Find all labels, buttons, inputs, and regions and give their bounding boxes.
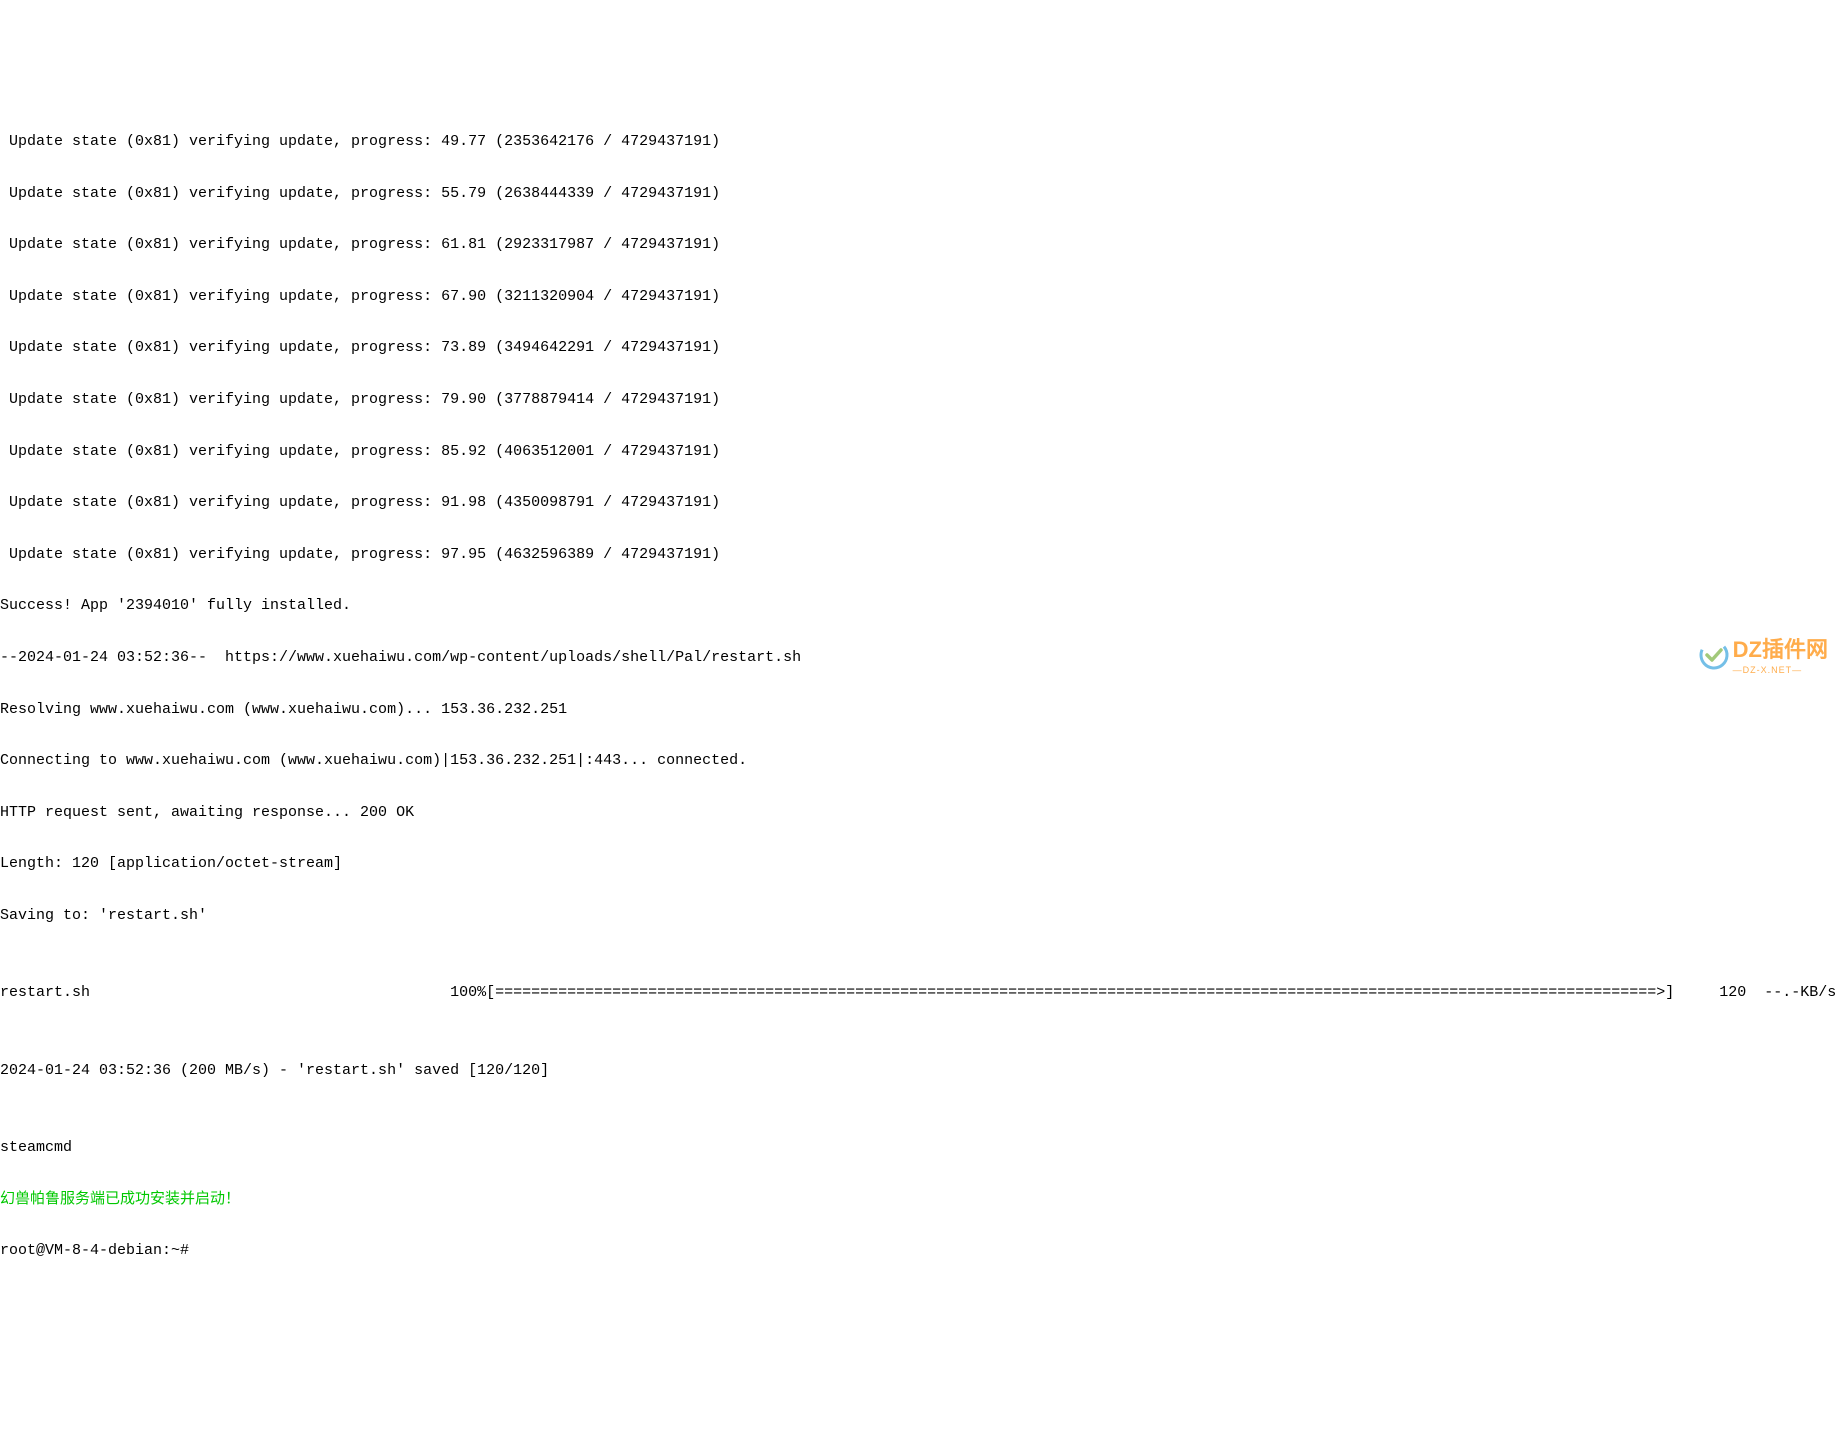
terminal-output[interactable]: Update state (0x81) verifying update, pr… bbox=[0, 103, 1838, 1290]
watermark-subtext: —DZ-X.NET— bbox=[1733, 658, 1803, 684]
watermark-logo-icon bbox=[1663, 615, 1729, 706]
success-message-cn: 幻兽帕鲁服务端已成功安装并启动！ bbox=[0, 1187, 1838, 1213]
update-line: Update state (0x81) verifying update, pr… bbox=[0, 490, 1838, 516]
wget-saved: 2024-01-24 03:52:36 (200 MB/s) - 'restar… bbox=[0, 1058, 1838, 1084]
update-line: Update state (0x81) verifying update, pr… bbox=[0, 129, 1838, 155]
install-success: Success! App '2394010' fully installed. bbox=[0, 593, 1838, 619]
update-line: Update state (0x81) verifying update, pr… bbox=[0, 232, 1838, 258]
shell-prompt[interactable]: root@VM-8-4-debian:~# bbox=[0, 1238, 1838, 1264]
update-line: Update state (0x81) verifying update, pr… bbox=[0, 439, 1838, 465]
wget-length: Length: 120 [application/octet-stream] bbox=[0, 851, 1838, 877]
wget-saving-to: Saving to: 'restart.sh' bbox=[0, 903, 1838, 929]
update-line: Update state (0x81) verifying update, pr… bbox=[0, 181, 1838, 207]
wget-http-sent: HTTP request sent, awaiting response... … bbox=[0, 800, 1838, 826]
wget-connecting: Connecting to www.xuehaiwu.com (www.xueh… bbox=[0, 748, 1838, 774]
wget-progress: restart.sh 100%[========================… bbox=[0, 980, 1838, 1006]
wget-resolving: Resolving www.xuehaiwu.com (www.xuehaiwu… bbox=[0, 697, 1838, 723]
wget-start: --2024-01-24 03:52:36-- https://www.xueh… bbox=[0, 645, 1838, 671]
update-line: Update state (0x81) verifying update, pr… bbox=[0, 542, 1838, 568]
watermark: DZ插件网 —DZ-X.NET— bbox=[1663, 615, 1828, 706]
update-line: Update state (0x81) verifying update, pr… bbox=[0, 335, 1838, 361]
steamcmd-line: steamcmd bbox=[0, 1135, 1838, 1161]
update-line: Update state (0x81) verifying update, pr… bbox=[0, 284, 1838, 310]
update-line: Update state (0x81) verifying update, pr… bbox=[0, 387, 1838, 413]
